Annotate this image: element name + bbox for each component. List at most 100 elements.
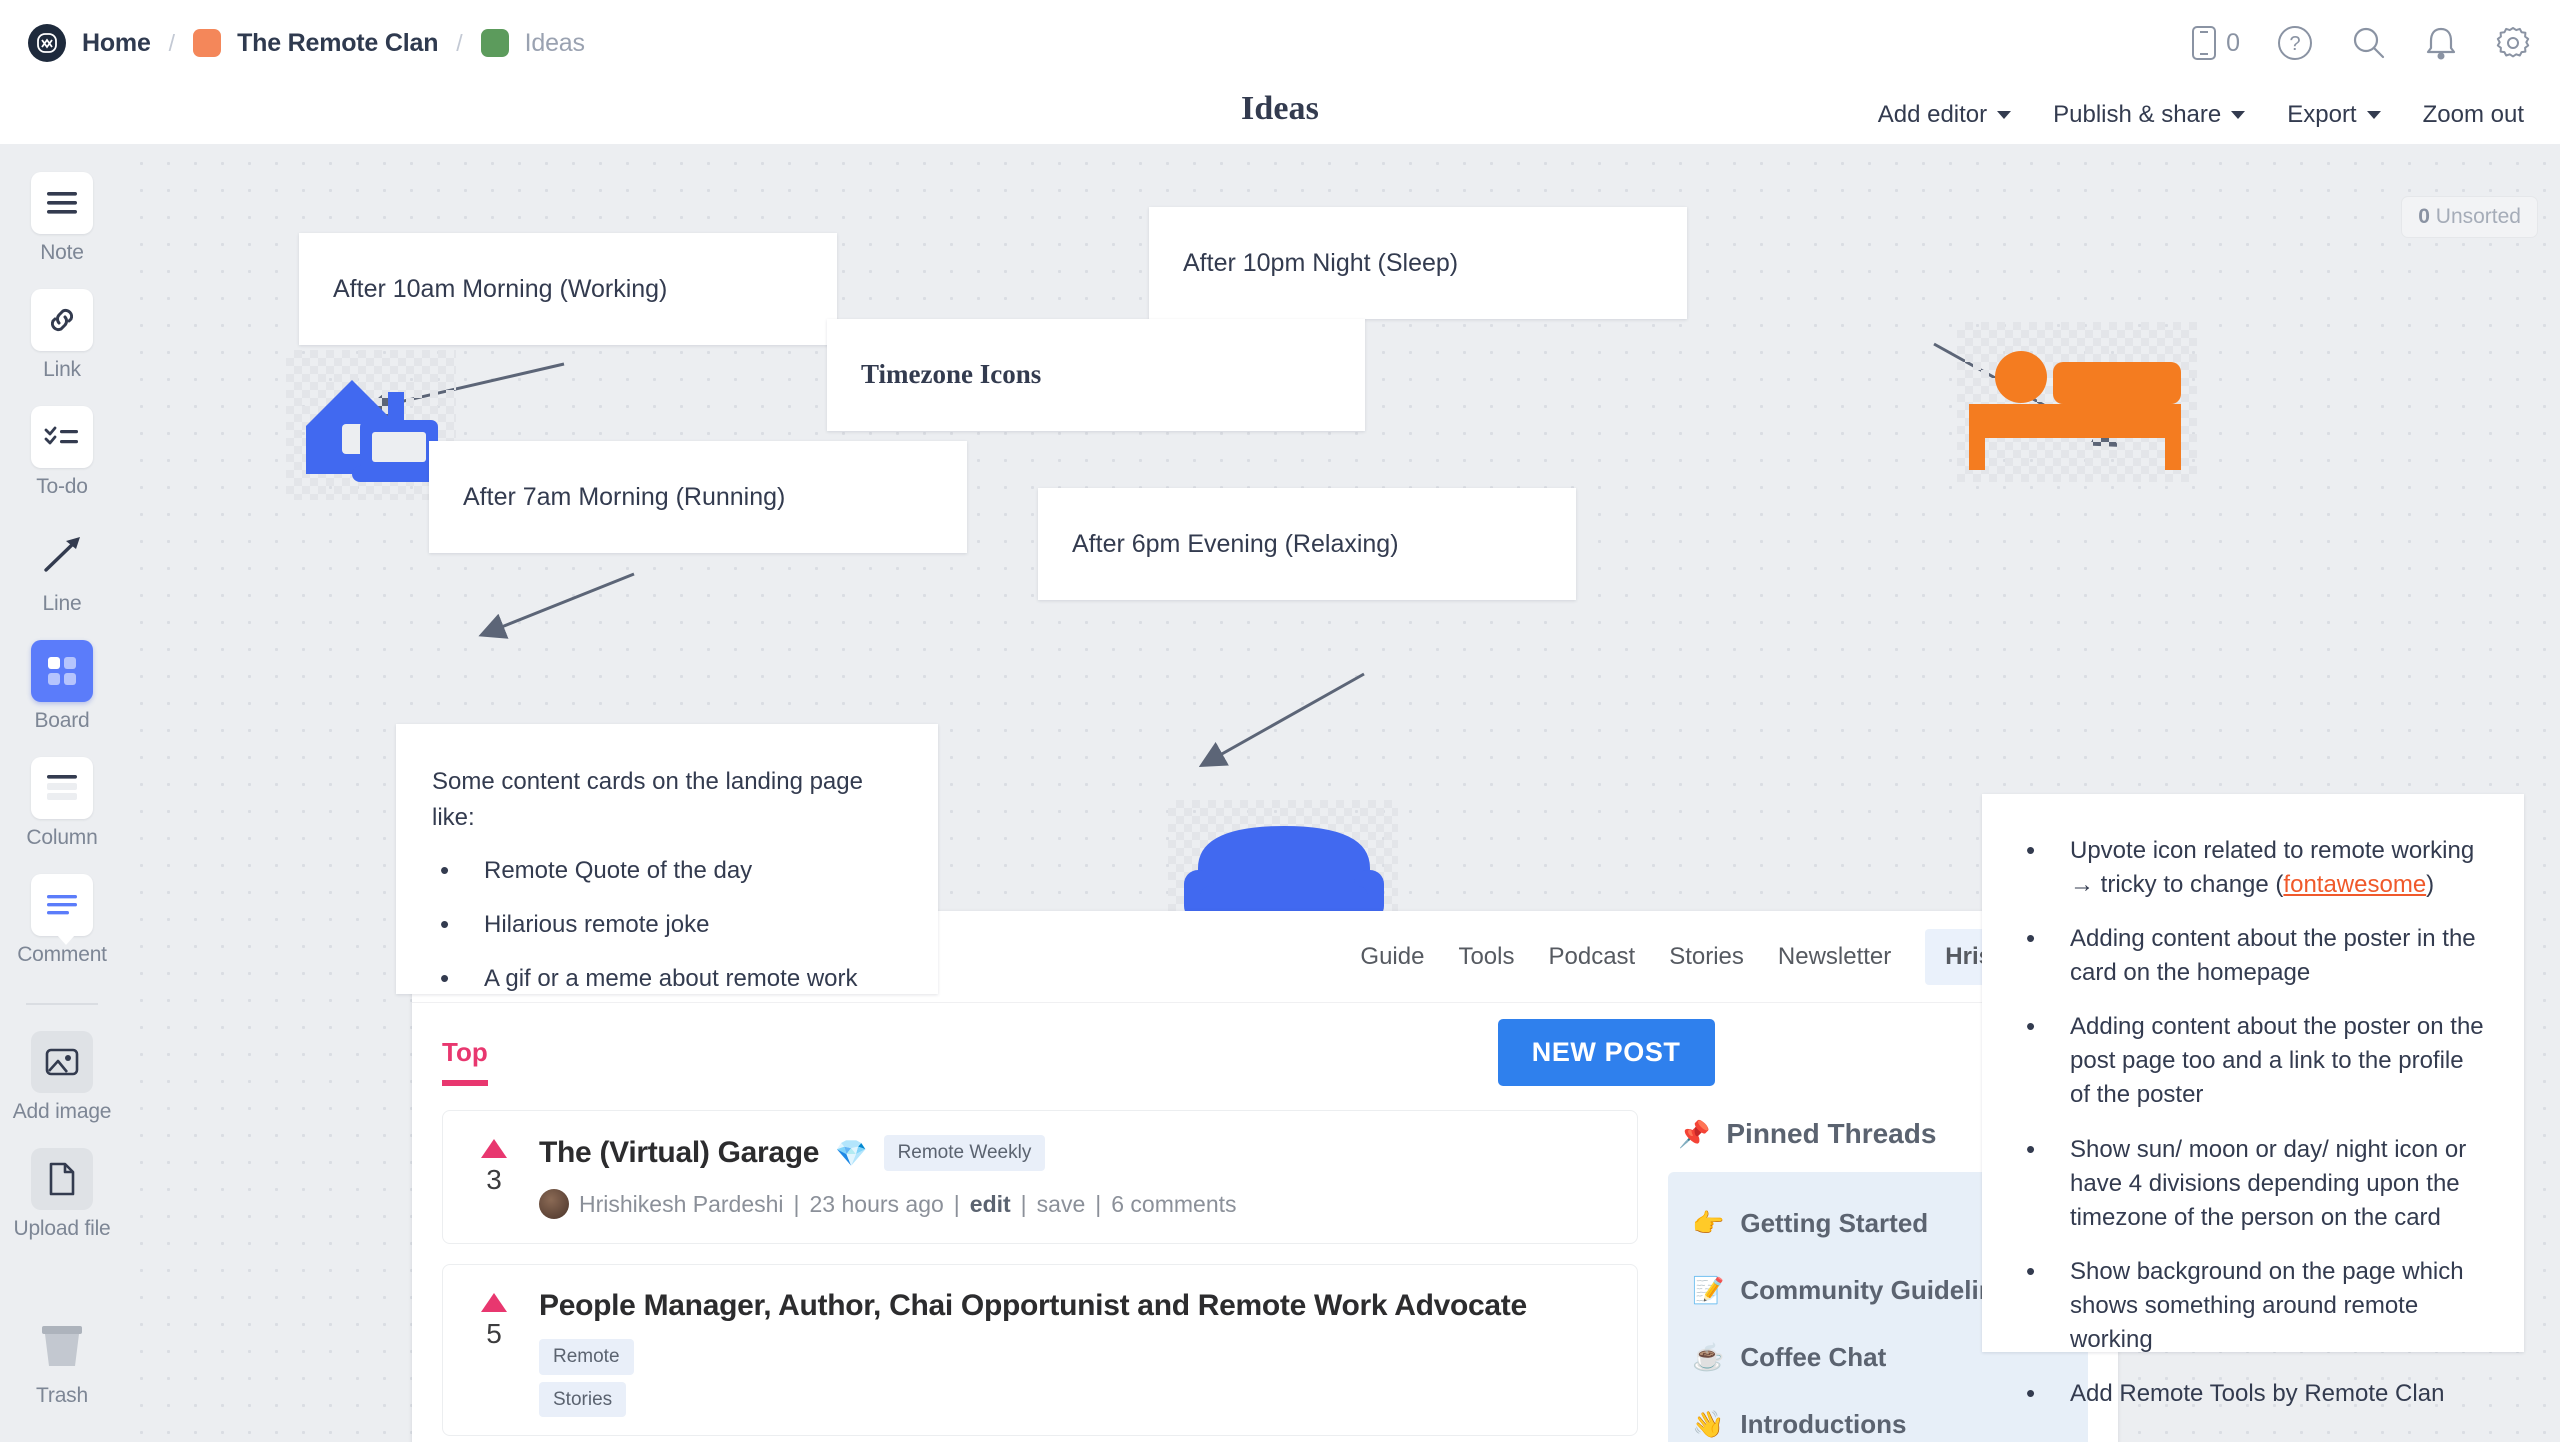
- breadcrumb-board-label: The Remote Clan: [237, 28, 439, 57]
- sidebar-tool-board-label: Board: [34, 709, 90, 732]
- post-comments-link[interactable]: 6 comments: [1111, 1191, 1236, 1218]
- fontawesome-link[interactable]: fontawesome: [2283, 871, 2426, 898]
- chevron-down-icon: [1997, 111, 2012, 119]
- list-item-label: Getting Started: [1740, 1208, 1929, 1238]
- post-tag[interactable]: Stories: [539, 1382, 627, 1417]
- sidebar-tool-todo[interactable]: To-do: [31, 406, 93, 499]
- trash-icon: [31, 1315, 93, 1377]
- board-action-bar: Ideas Add editor Publish & share Export …: [0, 86, 2560, 144]
- unsorted-badge[interactable]: 0 Unsorted: [2401, 196, 2538, 238]
- add-editor-label: Add editor: [1877, 101, 1988, 128]
- note-content-cards[interactable]: Some content cards on the landing page l…: [396, 724, 938, 997]
- milanote-board-app: Home / The Remote Clan / Ideas 0 ? Ideas…: [0, 0, 2560, 1442]
- breadcrumb-page[interactable]: Ideas: [480, 29, 585, 58]
- sidebar-tool-comment[interactable]: Comment: [17, 874, 107, 967]
- breadcrumb-home[interactable]: Home: [82, 29, 151, 58]
- vote-count: 5: [486, 1318, 502, 1349]
- embed-nav-link-guide[interactable]: Guide: [1360, 943, 1424, 971]
- post-author[interactable]: Hrishikesh Pardeshi: [579, 1191, 784, 1218]
- sidebar-tool-trash[interactable]: Trash: [31, 1315, 93, 1408]
- settings-gear-icon[interactable]: [2494, 24, 2532, 62]
- embed-nav-link-podcast[interactable]: Podcast: [1548, 943, 1635, 971]
- post-title[interactable]: The (Virtual) Garage: [539, 1136, 819, 1170]
- left-tool-sidebar: Note Link To-do Line Board Column Commen…: [0, 144, 124, 1442]
- vote-control[interactable]: 5: [471, 1289, 517, 1411]
- export-button[interactable]: Export: [2287, 101, 2381, 129]
- sidebar-tool-board[interactable]: Board: [31, 640, 93, 733]
- gem-badge-icon: 💎: [835, 1137, 868, 1168]
- notifications-bell-icon[interactable]: [2424, 24, 2458, 62]
- embed-nav-links: Guide Tools Podcast Stories Newsletter H…: [1360, 928, 2088, 985]
- breadcrumb-separator-1: /: [168, 29, 176, 56]
- breadcrumb: Home / The Remote Clan / Ideas: [28, 24, 585, 62]
- svg-text:?: ?: [2289, 33, 2300, 55]
- sidebar-tool-upload-file[interactable]: Upload file: [13, 1148, 111, 1241]
- note-morning-running-text: After 7am Morning (Running): [463, 482, 786, 511]
- list-item: Adding content about the poster in the c…: [2018, 920, 2488, 990]
- post-title-row: The (Virtual) Garage 💎 Remote Weekly: [539, 1135, 1609, 1171]
- zoom-out-button[interactable]: Zoom out: [2423, 101, 2524, 129]
- search-icon[interactable]: [2350, 24, 2388, 62]
- milanote-logo-icon[interactable]: [28, 24, 66, 62]
- sidebar-tool-column[interactable]: Column: [26, 757, 98, 850]
- embed-nav-link-newsletter[interactable]: Newsletter: [1778, 943, 1891, 971]
- embed-new-post-button[interactable]: NEW POST: [1497, 1019, 1715, 1086]
- top-navigation-bar: Home / The Remote Clan / Ideas 0 ?: [0, 0, 2560, 86]
- note-morning-working[interactable]: After 10am Morning (Working): [299, 233, 837, 345]
- help-icon[interactable]: ?: [2276, 24, 2314, 62]
- note-night-sleep[interactable]: After 10pm Night (Sleep): [1149, 207, 1687, 319]
- upvote-icon[interactable]: [481, 1293, 507, 1312]
- embed-tab-top[interactable]: Top: [442, 1037, 488, 1086]
- sidebar-tool-upload-file-label: Upload file: [13, 1217, 111, 1240]
- post-tag[interactable]: Remote: [539, 1339, 634, 1375]
- post-save-link[interactable]: save: [1037, 1191, 1086, 1218]
- page-color-swatch: [480, 29, 509, 57]
- embed-nav-link-stories[interactable]: Stories: [1669, 943, 1744, 971]
- note-morning-working-text: After 10am Morning (Working): [333, 274, 668, 303]
- add-editor-button[interactable]: Add editor: [1877, 101, 2012, 129]
- bed-sleeping-person-icon[interactable]: [1957, 322, 2197, 482]
- top-bar-actions: 0 ?: [2191, 24, 2532, 62]
- file-icon: [31, 1148, 93, 1210]
- upvote-icon[interactable]: [481, 1139, 507, 1158]
- embed-sub-bar: Top NEW POST: [412, 1003, 2118, 1086]
- chevron-down-icon: [2366, 111, 2381, 119]
- note-morning-running[interactable]: After 7am Morning (Running): [429, 441, 967, 553]
- list-item-text-b: ): [2426, 871, 2435, 899]
- table-row[interactable]: 5 People Manager, Author, Chai Opportuni…: [442, 1264, 1638, 1436]
- note-evening-relaxing[interactable]: After 6pm Evening (Relaxing): [1038, 488, 1576, 600]
- sidebar-divider: [26, 1003, 98, 1005]
- note-ideas-list[interactable]: Upvote icon related to remote working → …: [1982, 794, 2524, 1412]
- vote-count: 3: [486, 1164, 502, 1195]
- post-tag[interactable]: Remote Weekly: [883, 1135, 1046, 1171]
- sidebar-tool-note[interactable]: Note: [31, 172, 93, 265]
- note-icon: [31, 172, 93, 234]
- embed-nav-link-tools[interactable]: Tools: [1458, 943, 1514, 971]
- pointing-hand-icon: 👉: [1692, 1208, 1725, 1238]
- unsorted-label: Unsorted: [2435, 205, 2521, 228]
- table-row[interactable]: 3 The (Virtual) Garage 💎 Remote Weekly H…: [442, 1110, 1638, 1244]
- sidebar-tool-add-image[interactable]: Add image: [13, 1031, 111, 1124]
- post-edit-link[interactable]: edit: [970, 1191, 1011, 1218]
- list-item-label: Coffee Chat: [1740, 1342, 1887, 1372]
- sidebar-tool-link[interactable]: Link: [31, 289, 93, 382]
- board-actions: Add editor Publish & share Export Zoom o…: [1878, 101, 2560, 129]
- house-laptop-icon[interactable]: [286, 350, 456, 500]
- link-icon: [31, 289, 93, 351]
- unsorted-count: 0: [2418, 205, 2430, 228]
- mobile-preview-icon[interactable]: 0: [2191, 25, 2240, 61]
- coffee-icon: ☕: [1692, 1342, 1725, 1372]
- post-title[interactable]: People Manager, Author, Chai Opportunist…: [539, 1289, 1527, 1323]
- todo-icon: [31, 406, 93, 468]
- sidebar-tool-line-label: Line: [42, 592, 82, 615]
- board-grid-icon: [31, 640, 93, 702]
- note-timezone-icons[interactable]: Timezone Icons: [827, 319, 1365, 431]
- publish-share-button[interactable]: Publish & share: [2053, 101, 2246, 129]
- breadcrumb-board[interactable]: The Remote Clan: [193, 29, 438, 58]
- note-night-sleep-text: After 10pm Night (Sleep): [1183, 248, 1459, 277]
- vote-control[interactable]: 3: [471, 1135, 517, 1219]
- note-ideas-list-items: Upvote icon related to remote working → …: [2018, 832, 2488, 1412]
- list-item: Upvote icon related to remote working → …: [2018, 832, 2488, 902]
- board-canvas[interactable]: 0 Unsorted Guide Tools Podcast Stories N…: [124, 144, 2560, 1442]
- sidebar-tool-line[interactable]: Line: [31, 523, 93, 616]
